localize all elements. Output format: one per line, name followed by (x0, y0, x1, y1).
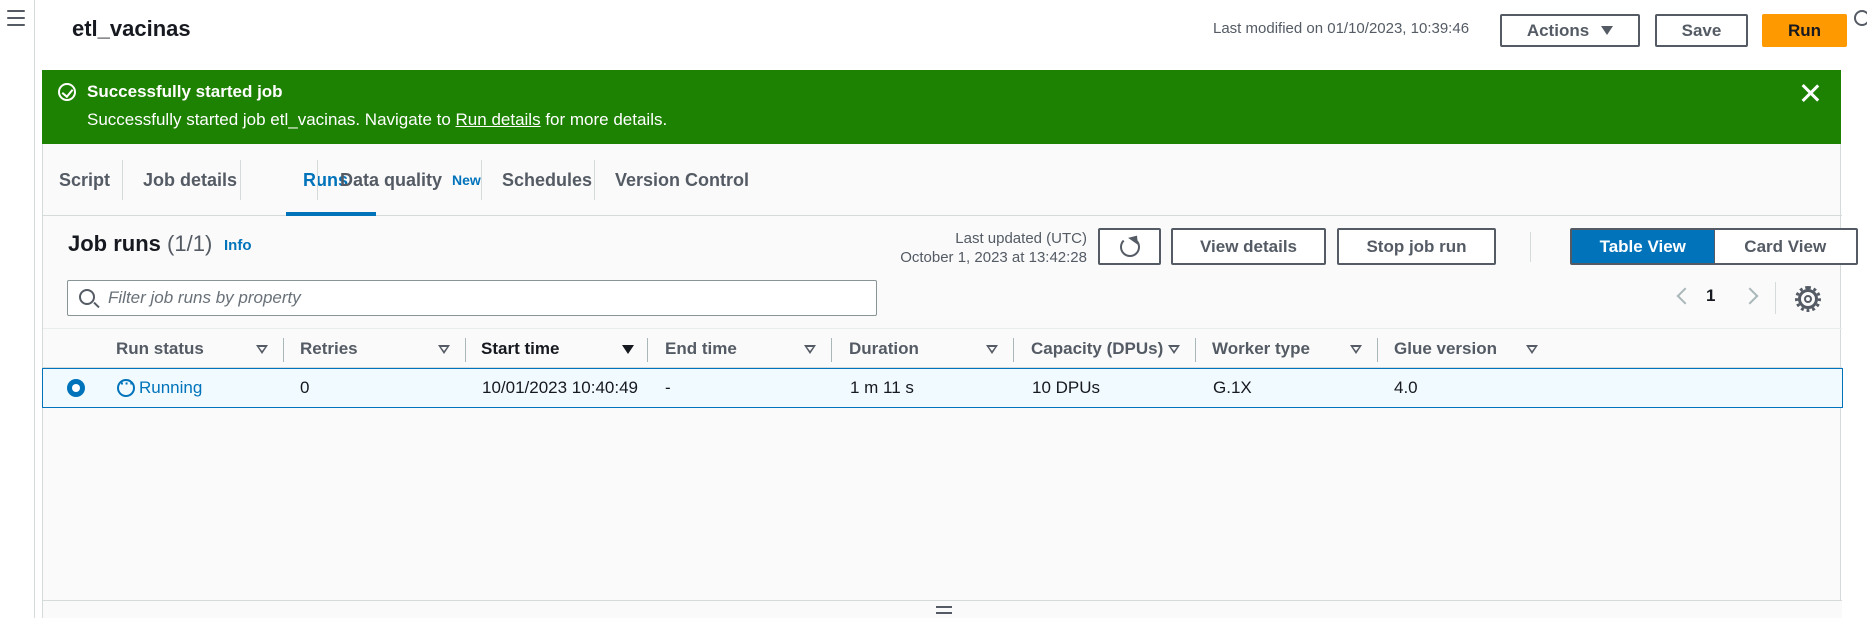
page-title: etl_vacinas (72, 16, 191, 41)
actions-button-label: Actions (1526, 20, 1590, 40)
column-header-duration[interactable]: Duration (849, 329, 919, 369)
column-divider[interactable] (283, 338, 284, 362)
column-divider[interactable] (1013, 338, 1014, 362)
success-flash-banner: Successfully started job Successfully st… (42, 70, 1841, 144)
page-header: etl_vacinas Last modified on 01/10/2023,… (36, 0, 1847, 58)
run-details-link[interactable]: Run details (456, 110, 541, 129)
sort-icon[interactable] (256, 345, 268, 354)
column-header-run-status[interactable]: Run status (116, 329, 204, 369)
tab-version-control[interactable]: Version Control (615, 144, 749, 216)
filter-input[interactable] (108, 281, 868, 315)
left-rail (0, 0, 35, 618)
sort-icon[interactable] (1350, 345, 1362, 354)
column-divider[interactable] (831, 338, 832, 362)
column-divider[interactable] (1377, 338, 1378, 362)
tab-job-details[interactable]: Job details (143, 144, 237, 216)
column-header-start-time[interactable]: Start time (481, 329, 559, 369)
refresh-button[interactable] (1098, 228, 1161, 265)
run-status-link[interactable]: Running (117, 375, 203, 398)
info-circle-icon[interactable] (1854, 10, 1867, 26)
view-details-button[interactable]: View details (1171, 228, 1326, 265)
check-circle-icon (58, 83, 76, 101)
flash-message-suffix: for more details. (540, 110, 668, 129)
refresh-icon (1119, 236, 1140, 257)
row-radio-button[interactable] (67, 379, 85, 397)
gear-icon[interactable] (1795, 286, 1821, 312)
resize-handle-icon[interactable] (936, 606, 952, 614)
tab-divider (240, 160, 241, 200)
new-badge: New (452, 172, 481, 188)
chevron-right-icon[interactable] (1741, 287, 1759, 305)
tab-divider (122, 160, 123, 200)
column-header-capacity[interactable]: Capacity (DPUs) (1031, 329, 1163, 369)
tab-divider (317, 160, 318, 200)
flash-title: Successfully started job (87, 82, 283, 101)
cell-glue-version: 4.0 (1394, 378, 1418, 397)
chevron-left-icon[interactable] (1676, 287, 1694, 305)
run-status-text: Running (139, 378, 203, 397)
panel-footer (43, 600, 1842, 618)
cell-retries: 0 (300, 378, 310, 397)
info-link[interactable]: Info (224, 237, 252, 254)
run-button[interactable]: Run (1762, 14, 1847, 47)
flash-message: Successfully started job etl_vacinas. Na… (87, 110, 667, 130)
pager-divider (1775, 282, 1776, 314)
tab-data-quality-label: Data quality (340, 169, 443, 190)
sort-icon[interactable] (438, 345, 450, 354)
toolbar-divider (1530, 232, 1531, 262)
actions-button[interactable]: Actions (1500, 14, 1640, 47)
view-toggle: Table View Card View (1570, 228, 1858, 265)
last-updated-label: Last updated (UTC) (955, 230, 1087, 247)
cell-capacity: 10 DPUs (1032, 378, 1101, 397)
tab-divider (594, 160, 595, 200)
job-runs-count: (1/1) (167, 231, 213, 256)
cell-run-status: Running (117, 369, 202, 407)
save-button[interactable]: Save (1655, 14, 1748, 47)
search-icon (79, 289, 95, 305)
job-runs-title: Job runs (68, 231, 161, 256)
page-number[interactable]: 1 (1706, 286, 1715, 306)
table-row[interactable]: Running 0 10/01/2023 10:40:49 - 1 m 11 s… (42, 368, 1843, 408)
tab-bar: Script Job details Runs Data quality New… (43, 144, 1842, 216)
sort-icon[interactable] (1526, 345, 1538, 354)
cell-duration: 1 m 11 s (850, 378, 914, 397)
tab-script[interactable]: Script (59, 144, 110, 216)
stop-job-run-button[interactable]: Stop job run (1337, 228, 1496, 265)
table-view-button[interactable]: Table View (1572, 230, 1714, 263)
sort-icon[interactable] (1168, 345, 1180, 354)
job-runs-heading: Job runs (1/1) (68, 231, 212, 257)
tab-divider (481, 160, 482, 200)
column-header-glue-version[interactable]: Glue version (1394, 329, 1497, 369)
hamburger-icon[interactable] (7, 10, 25, 26)
tab-data-quality[interactable]: Data quality New (340, 144, 481, 216)
tab-schedules[interactable]: Schedules (502, 144, 592, 216)
cell-start-time: 10/01/2023 10:40:49 (482, 378, 638, 397)
filter-box (67, 280, 877, 316)
last-updated-value: October 1, 2023 at 13:42:28 (900, 249, 1087, 266)
job-panel: Script Job details Runs Data quality New… (42, 144, 1858, 618)
flash-message-prefix: Successfully started job etl_vacinas. Na… (87, 110, 456, 129)
last-modified-text: Last modified on 01/10/2023, 10:39:46 (1213, 20, 1470, 37)
caret-down-icon (1601, 26, 1614, 35)
ellipsis-circle-icon (117, 375, 135, 397)
close-icon[interactable] (1799, 82, 1821, 104)
column-divider[interactable] (647, 338, 648, 362)
column-header-retries[interactable]: Retries (300, 329, 358, 369)
table-header: Run status Retries Start time End time D… (43, 328, 1842, 368)
column-divider[interactable] (465, 338, 466, 362)
cell-worker-type: G.1X (1213, 378, 1252, 397)
sort-icon[interactable] (986, 345, 998, 354)
last-updated: Last updated (UTC) October 1, 2023 at 13… (723, 229, 1087, 267)
column-divider[interactable] (1195, 338, 1196, 362)
column-header-end-time[interactable]: End time (665, 329, 737, 369)
sort-icon[interactable] (804, 345, 816, 354)
cell-end-time: - (665, 378, 671, 397)
sort-descending-icon[interactable] (622, 345, 634, 354)
column-header-worker-type[interactable]: Worker type (1212, 329, 1310, 369)
card-view-button[interactable]: Card View (1713, 230, 1856, 263)
